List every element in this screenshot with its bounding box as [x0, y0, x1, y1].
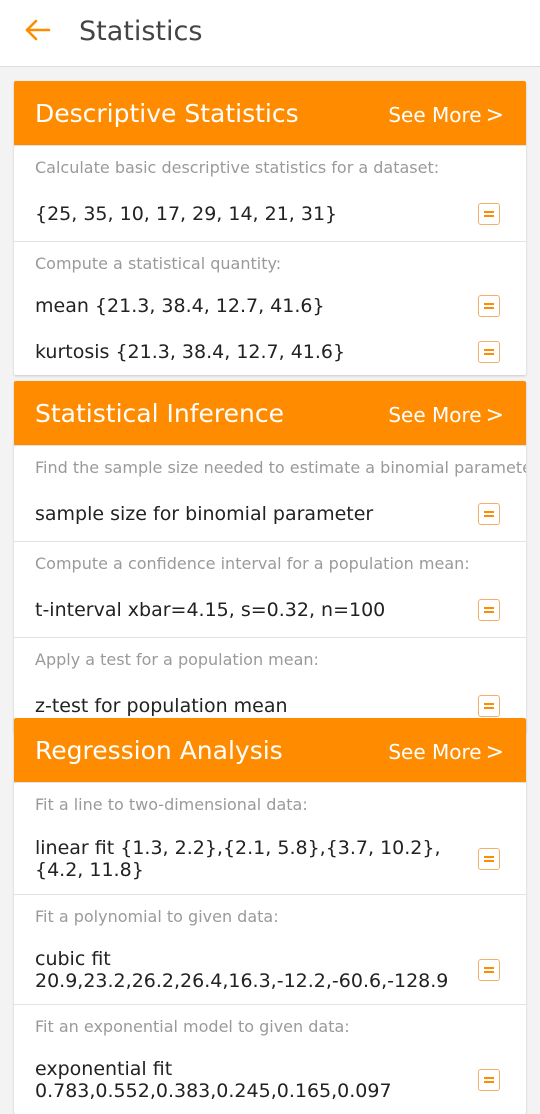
compute-equals-icon[interactable]: [478, 959, 500, 981]
chevron-right-icon: >: [485, 403, 504, 428]
card-header: Statistical Inference See More >: [14, 381, 526, 445]
example-entry[interactable]: t-interval xbar=4.15, s=0.32, n=100: [14, 583, 526, 637]
example-section: Fit a line to two-dimensional data: line…: [14, 782, 526, 894]
card-header: Descriptive Statistics See More >: [14, 81, 526, 145]
see-more-link[interactable]: See More >: [388, 738, 504, 767]
card-regression-analysis: Regression Analysis See More > Fit a line…: [14, 718, 526, 1114]
see-more-label: See More: [388, 403, 482, 427]
section-caption: Fit a polynomial to given data:: [35, 907, 279, 926]
back-arrow-icon[interactable]: [22, 14, 54, 46]
example-input-text: {25, 35, 10, 17, 29, 14, 21, 31}: [35, 203, 338, 225]
section-caption: Compute a confidence interval for a popu…: [35, 554, 470, 573]
section-caption: Fit a line to two-dimensional data:: [35, 795, 308, 814]
example-section: Calculate basic descriptive statistics f…: [14, 145, 526, 241]
see-more-link[interactable]: See More >: [388, 101, 504, 130]
section-caption: Compute a statistical quantity:: [35, 254, 282, 273]
card-header: Regression Analysis See More >: [14, 718, 526, 782]
example-input-text: t-interval xbar=4.15, s=0.32, n=100: [35, 599, 386, 621]
card-descriptive-statistics: Descriptive Statistics See More > Calcula…: [14, 81, 526, 375]
compute-equals-icon[interactable]: [478, 599, 500, 621]
example-section: Compute a statistical quantity: mean {21…: [14, 241, 526, 375]
card-title: Regression Analysis: [35, 736, 283, 765]
section-caption: Find the sample size needed to estimate …: [35, 458, 526, 477]
compute-equals-icon[interactable]: [478, 1069, 500, 1091]
example-input-text: mean {21.3, 38.4, 12.7, 41.6}: [35, 295, 325, 317]
example-entry[interactable]: cubic fit 20.9,23.2,26.2,26.4,16.3,-12.2…: [14, 936, 526, 1004]
example-entry[interactable]: mean {21.3, 38.4, 12.7, 41.6}: [14, 283, 526, 329]
example-section: Fit an exponential model to given data: …: [14, 1004, 526, 1114]
chevron-right-icon: >: [485, 740, 504, 765]
see-more-label: See More: [388, 103, 482, 127]
example-section: Fit a polynomial to given data: cubic fi…: [14, 894, 526, 1004]
card-title: Descriptive Statistics: [35, 99, 299, 128]
example-entry[interactable]: sample size for binomial parameter: [14, 487, 526, 541]
section-caption: Calculate basic descriptive statistics f…: [35, 158, 440, 177]
example-input-text: z-test for population mean: [35, 695, 288, 717]
example-input-text: cubic fit 20.9,23.2,26.2,26.4,16.3,-12.2…: [35, 948, 449, 992]
example-entry[interactable]: {25, 35, 10, 17, 29, 14, 21, 31}: [14, 187, 526, 241]
section-caption: Apply a test for a population mean:: [35, 650, 319, 669]
example-input-text: linear fit {1.3, 2.2},{2.1, 5.8},{3.7, 1…: [35, 837, 441, 881]
example-input-text: sample size for binomial parameter: [35, 503, 374, 525]
compute-equals-icon[interactable]: [478, 503, 500, 525]
compute-equals-icon[interactable]: [478, 341, 500, 363]
compute-equals-icon[interactable]: [478, 295, 500, 317]
example-input-text: kurtosis {21.3, 38.4, 12.7, 41.6}: [35, 341, 346, 363]
compute-equals-icon[interactable]: [478, 695, 500, 717]
compute-equals-icon[interactable]: [478, 203, 500, 225]
app-bar: Statistics: [0, 0, 540, 67]
card-statistical-inference: Statistical Inference See More > Find the…: [14, 381, 526, 733]
see-more-link[interactable]: See More >: [388, 401, 504, 430]
card-title: Statistical Inference: [35, 399, 284, 428]
chevron-right-icon: >: [485, 103, 504, 128]
compute-equals-icon[interactable]: [478, 848, 500, 870]
see-more-label: See More: [388, 740, 482, 764]
page-title: Statistics: [79, 16, 203, 47]
example-entry[interactable]: kurtosis {21.3, 38.4, 12.7, 41.6}: [14, 329, 526, 375]
example-entry[interactable]: exponential fit 0.783,0.552,0.383,0.245,…: [14, 1046, 526, 1114]
example-entry[interactable]: linear fit {1.3, 2.2},{2.1, 5.8},{3.7, 1…: [14, 824, 526, 894]
example-section: Compute a confidence interval for a popu…: [14, 541, 526, 637]
example-input-text: exponential fit 0.783,0.552,0.383,0.245,…: [35, 1058, 392, 1102]
example-section: Find the sample size needed to estimate …: [14, 445, 526, 541]
section-caption: Fit an exponential model to given data:: [35, 1017, 350, 1036]
